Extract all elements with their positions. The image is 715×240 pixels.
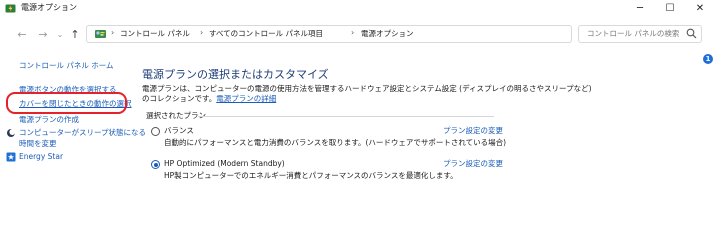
recent-locations-button[interactable]: ⌄ — [52, 25, 68, 43]
search-placeholder: コントロール パネルの検索 — [587, 29, 680, 38]
help-badge[interactable]: 1 — [703, 54, 713, 64]
power-plan-details-link[interactable]: 電源プランの詳細 — [216, 94, 276, 103]
address-bar[interactable]: › コントロール パネル › すべてのコントロール パネル項目 › 電源オプショ… — [86, 25, 649, 43]
section-divider — [198, 116, 494, 117]
sidebar-item-create-plan[interactable]: 電源プランの作成 — [19, 115, 79, 125]
plan-balanced-radio[interactable] — [151, 127, 160, 136]
plan-balanced-description: 自動的にパフォーマンスと電力消費のバランスを取ります。(ハードウェアでサポートさ… — [164, 138, 507, 147]
breadcrumb-all-items[interactable]: すべてのコントロール パネル項目 — [209, 29, 323, 39]
up-button[interactable]: ↑ — [67, 25, 83, 43]
breadcrumb-separator: › — [111, 28, 115, 37]
breadcrumb-separator: › — [351, 28, 355, 37]
page-description: 電源プランは、コンピューターの電源の使用方法を管理するハードウェア設定とシステム… — [142, 84, 592, 93]
breadcrumb-separator: › — [200, 28, 204, 37]
back-button[interactable]: ← — [14, 25, 30, 43]
sidebar-item-energy-star[interactable]: Energy Star — [19, 152, 63, 162]
plan-hp-optimized-radio[interactable] — [151, 160, 160, 169]
energy-star-icon — [6, 152, 16, 162]
sidebar-control-panel-home[interactable]: コントロール パネル ホーム — [19, 61, 114, 71]
sidebar-item-sleep-time-line2[interactable]: 時間を変更 — [19, 139, 57, 149]
control-panel-icon — [95, 30, 106, 38]
highlight-annotation — [6, 92, 127, 114]
breadcrumb-power-options[interactable]: 電源オプション — [361, 29, 414, 39]
sidebar-item-sleep-time[interactable]: コンピューターがスリープ状態になる — [19, 128, 146, 138]
page-description-line2: のコレクションです。電源プランの詳細 — [142, 94, 277, 103]
plan-hp-optimized-name[interactable]: HP Optimized (Modern Standby) — [164, 159, 285, 169]
window-title: 電源オプション — [21, 3, 77, 12]
navigation-bar: ← → ⌄ ↑ › コントロール パネル › すべてのコントロール パネル項目 … — [0, 17, 715, 51]
plan-balanced-change-link[interactable]: プラン設定の変更 — [443, 126, 503, 136]
power-options-icon — [5, 4, 16, 13]
breadcrumb-control-panel[interactable]: コントロール パネル — [120, 29, 190, 39]
plan-hp-optimized-description: HP製コンピューターでのエネルギー消費とパフォーマンスのバランスを最適化します。 — [164, 171, 458, 180]
page-title: 電源プランの選択またはカスタマイズ — [142, 68, 329, 81]
search-icon — [686, 28, 697, 39]
section-label: 選択されたプラン — [146, 111, 206, 120]
plan-balanced-name[interactable]: バランス — [164, 126, 194, 136]
forward-button[interactable]: → — [35, 25, 51, 43]
search-input[interactable]: コントロール パネルの検索 — [578, 25, 702, 43]
maximize-button[interactable]: ☐ — [655, 0, 685, 17]
plan-hp-optimized-change-link[interactable]: プラン設定の変更 — [443, 159, 503, 169]
close-button[interactable]: ✕ — [685, 0, 715, 17]
minimize-button[interactable]: ─ — [625, 0, 655, 17]
title-bar: 電源オプション ─ ☐ ✕ — [0, 0, 715, 17]
sleep-icon — [7, 129, 16, 137]
